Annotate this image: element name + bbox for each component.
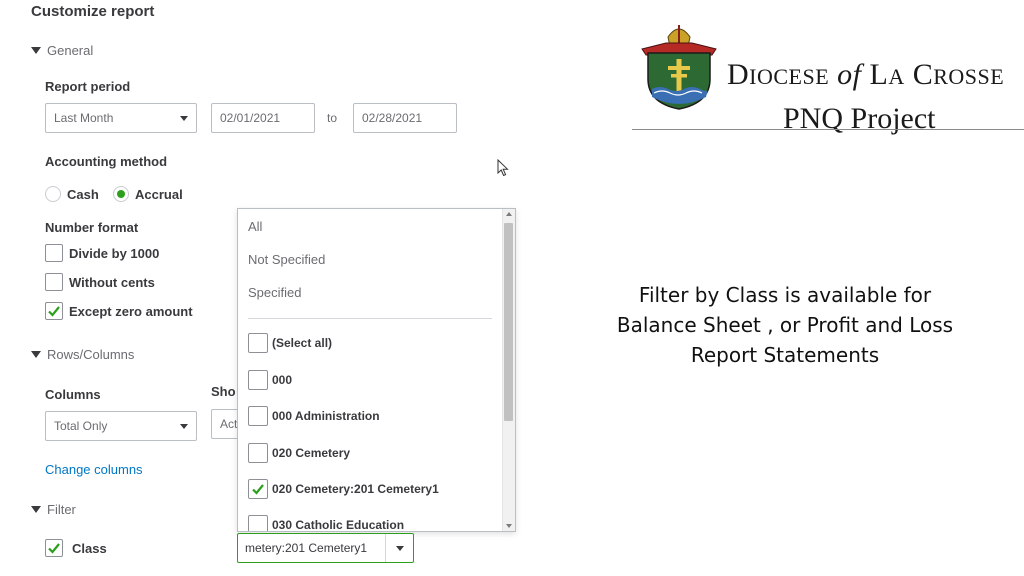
- class-filter-value[interactable]: metery:201 Cemetery1: [238, 541, 385, 555]
- checkmark-icon: [48, 543, 60, 554]
- accrual-label: Accrual: [135, 186, 183, 202]
- class-000-administration-label: 000 Administration: [272, 409, 380, 423]
- dropdown-option-select-all[interactable]: (Select all): [248, 333, 332, 353]
- chevron-down-icon: [395, 545, 404, 551]
- scroll-down-arrow-icon[interactable]: [506, 524, 512, 528]
- end-date-value: 02/28/2021: [362, 111, 423, 125]
- filter-section-toggle[interactable]: Filter: [31, 502, 76, 517]
- report-period-value: Last Month: [54, 111, 114, 125]
- diocese-name: DIOCESE of LA CROSSE: [727, 58, 1004, 92]
- without-cents-label: Without cents: [69, 274, 155, 290]
- accrual-radio[interactable]: [113, 186, 129, 202]
- dropdown-scrollbar[interactable]: [502, 209, 515, 531]
- dropdown-option-not-specified[interactable]: Not Specified: [248, 252, 325, 267]
- class-dropdown-list[interactable]: All Not Specified Specified (Select all)…: [237, 208, 516, 532]
- chevron-down-icon: [180, 423, 188, 429]
- dropdown-option-specified[interactable]: Specified: [248, 285, 301, 300]
- dropdown-option-020-cemetery-201[interactable]: 020 Cemetery:201 Cemetery1: [248, 479, 439, 499]
- logo-word-of: of: [837, 58, 862, 91]
- class-filter-label: Class: [72, 540, 107, 556]
- cash-label: Cash: [67, 186, 99, 202]
- note-line-2: Balance Sheet , or Profit and Loss: [616, 313, 954, 337]
- dropdown-option-000[interactable]: 000: [248, 370, 292, 390]
- mouse-cursor-icon: [497, 159, 509, 177]
- start-date-value: 02/01/2021: [220, 111, 281, 125]
- cash-radio-option[interactable]: Cash: [45, 186, 99, 202]
- select-all-label: (Select all): [272, 336, 333, 350]
- logo-letter-d: D: [727, 58, 750, 91]
- number-format-label: Number format: [45, 220, 139, 235]
- start-date-input[interactable]: 02/01/2021: [211, 103, 315, 133]
- logo-divider: [632, 129, 1024, 130]
- class-dropdown-toggle-button[interactable]: [385, 534, 413, 562]
- report-period-label: Report period: [45, 79, 131, 94]
- class-filter-option[interactable]: Class: [45, 539, 107, 557]
- select-all-checkbox[interactable]: [248, 333, 268, 353]
- change-columns-link[interactable]: Change columns: [45, 462, 143, 477]
- divide-by-1000-checkbox[interactable]: [45, 244, 63, 262]
- caret-down-icon: [31, 47, 41, 54]
- except-zero-amount-checkbox[interactable]: [45, 302, 63, 320]
- logo-letter-l: L: [869, 58, 889, 91]
- class-020-cemetery-label: 020 Cemetery: [272, 446, 351, 460]
- project-name: PNQ Project: [783, 102, 936, 135]
- dropdown-option-000-administration[interactable]: 000 Administration: [248, 406, 380, 426]
- dropdown-divider: [248, 318, 492, 319]
- logo-letter-c: C: [912, 58, 934, 91]
- class-020-cemetery-201-label: 020 Cemetery:201 Cemetery1: [272, 482, 439, 496]
- columns-label: Columns: [45, 387, 101, 402]
- chevron-down-icon: [180, 115, 188, 121]
- diocese-crest-logo: [641, 25, 717, 110]
- class-000-administration-checkbox[interactable]: [248, 406, 268, 426]
- dropdown-option-020-cemetery[interactable]: 020 Cemetery: [248, 443, 350, 463]
- note-line-3: Report Statements: [690, 343, 880, 367]
- report-period-select[interactable]: Last Month: [45, 103, 197, 133]
- logo-word-rosse: ROSSE: [933, 64, 1005, 89]
- general-section-toggle[interactable]: General: [31, 43, 93, 58]
- except-zero-amount-option[interactable]: Except zero amount: [45, 302, 193, 320]
- divide-by-1000-option[interactable]: Divide by 1000: [45, 244, 159, 262]
- dropdown-option-030-catholic-education[interactable]: 030 Catholic Education: [248, 515, 405, 532]
- filter-note: Filter by Class is available for Balance…: [605, 280, 965, 370]
- class-filter-checkbox[interactable]: [45, 539, 63, 557]
- to-label: to: [327, 111, 338, 125]
- checkmark-icon: [48, 306, 60, 317]
- caret-down-icon: [31, 351, 41, 358]
- columns-select[interactable]: Total Only: [45, 411, 197, 441]
- without-cents-checkbox[interactable]: [45, 273, 63, 291]
- class-000-label: 000: [272, 373, 293, 387]
- accrual-radio-option[interactable]: Accrual: [113, 186, 183, 202]
- accounting-method-label: Accounting method: [45, 154, 168, 169]
- without-cents-option[interactable]: Without cents: [45, 273, 155, 291]
- class-030-catholic-education-checkbox[interactable]: [248, 515, 268, 531]
- filter-toggle-label: Filter: [47, 502, 76, 517]
- class-020-cemetery-201-checkbox[interactable]: [248, 479, 268, 499]
- general-toggle-label: General: [47, 43, 94, 58]
- class-020-cemetery-checkbox[interactable]: [248, 443, 268, 463]
- panel-title: Customize report: [31, 3, 155, 20]
- logo-word-iocese: IOCESE: [749, 64, 830, 89]
- columns-value: Total Only: [54, 419, 108, 433]
- class-000-checkbox[interactable]: [248, 370, 268, 390]
- class-030-catholic-education-label: 030 Catholic Education: [272, 518, 405, 532]
- caret-down-icon: [31, 506, 41, 513]
- rows-columns-section-toggle[interactable]: Rows/Columns: [31, 347, 134, 362]
- dropdown-option-all[interactable]: All: [248, 219, 262, 234]
- scroll-up-arrow-icon[interactable]: [506, 212, 512, 216]
- show-label: Sho: [211, 384, 236, 399]
- checkmark-icon: [252, 484, 264, 495]
- logo-letter-a: A: [888, 64, 905, 89]
- scroll-thumb[interactable]: [504, 223, 513, 421]
- divide-by-1000-label: Divide by 1000: [69, 245, 160, 261]
- note-line-1: Filter by Class is available for: [638, 283, 932, 307]
- class-filter-combobox[interactable]: metery:201 Cemetery1: [237, 533, 414, 563]
- rows-columns-toggle-label: Rows/Columns: [47, 347, 135, 362]
- cash-radio[interactable]: [45, 186, 61, 202]
- show-value: Act: [220, 417, 238, 431]
- except-zero-amount-label: Except zero amount: [69, 303, 193, 319]
- end-date-input[interactable]: 02/28/2021: [353, 103, 457, 133]
